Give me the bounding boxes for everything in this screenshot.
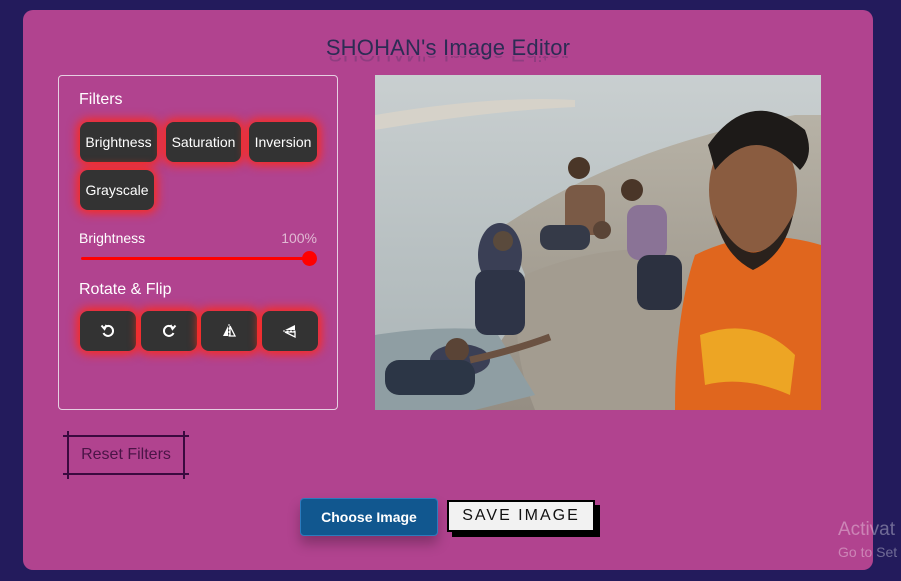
slider-label: Brightness	[79, 230, 146, 246]
filter-grayscale-button[interactable]: Grayscale	[80, 170, 154, 210]
image-preview	[375, 75, 821, 410]
slider-value: 100%	[281, 230, 317, 246]
rotate-left-icon	[100, 324, 115, 337]
controls-panel: Filters Brightness Saturation Inversion …	[58, 75, 338, 410]
reset-filters-button[interactable]: Reset Filters	[63, 431, 189, 479]
filter-inversion-button[interactable]: Inversion	[249, 122, 317, 162]
brightness-slider-track[interactable]	[81, 257, 309, 260]
rotate-right-icon	[162, 324, 177, 337]
watermark-line1: Activat	[838, 519, 896, 540]
flip-horizontal-icon	[223, 324, 237, 338]
rotate-left-button[interactable]	[80, 311, 136, 351]
activation-watermark: Activat Go to Set	[838, 520, 897, 559]
choose-image-button[interactable]: Choose Image	[300, 498, 438, 536]
watermark-line2: Go to Set	[838, 544, 898, 560]
filter-brightness-button[interactable]: Brightness	[80, 122, 157, 162]
flip-horizontal-button[interactable]	[201, 311, 257, 351]
editor-card: SHOHAN's Image Editor SHOHAN's Image Edi…	[23, 10, 873, 570]
flip-vertical-icon	[283, 325, 297, 339]
reset-filters-label: Reset Filters	[81, 446, 171, 463]
filter-saturation-button[interactable]: Saturation	[166, 122, 241, 162]
brightness-slider-thumb[interactable]	[302, 251, 317, 266]
flip-vertical-button[interactable]	[262, 311, 318, 351]
rotate-heading: Rotate & Flip	[79, 281, 172, 298]
photo-illustration	[375, 75, 821, 410]
slider-info: Brightness 100%	[79, 230, 317, 246]
page-title-reflection: SHOHAN's Image Editor	[23, 56, 873, 66]
filters-heading: Filters	[79, 91, 123, 108]
rotate-right-button[interactable]	[141, 311, 197, 351]
save-image-button[interactable]: SAVE IMAGE	[447, 500, 595, 532]
